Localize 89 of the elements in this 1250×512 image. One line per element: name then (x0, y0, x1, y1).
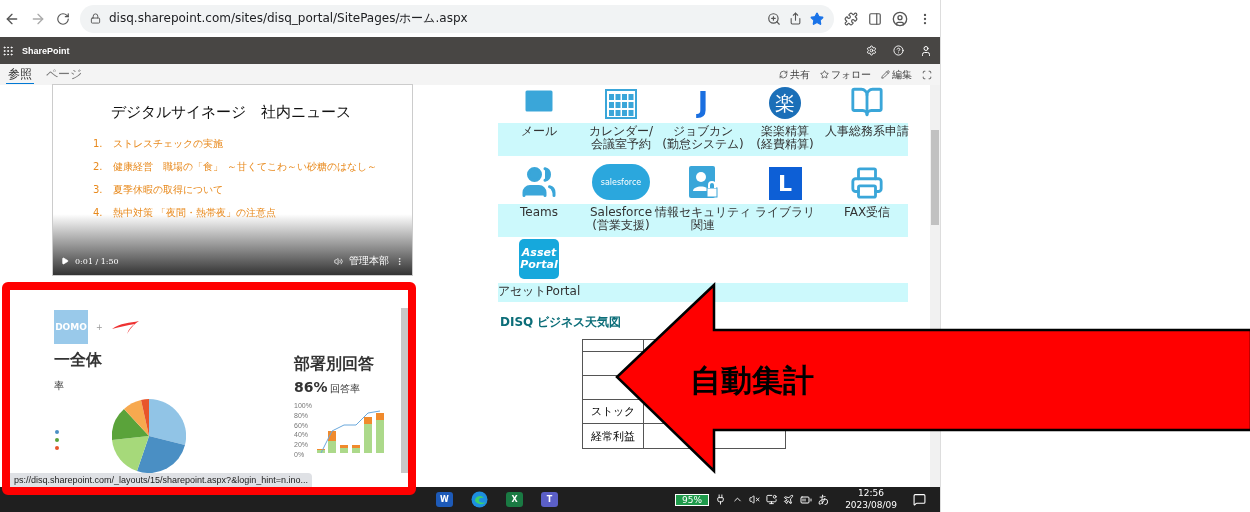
settings-icon[interactable] (866, 45, 877, 56)
link-label[interactable]: (営業支援) (592, 219, 650, 233)
link-label[interactable]: メール (521, 125, 557, 139)
zoom-icon[interactable] (767, 11, 781, 26)
notification-icon[interactable] (913, 493, 926, 506)
play-icon[interactable] (61, 257, 69, 265)
people-icon (521, 164, 557, 200)
more-icon[interactable] (395, 256, 404, 266)
address-bar[interactable]: disq.sharepoint.com/sites/disq_portal/SitePages/ホーム.aspx (80, 4, 834, 33)
user-icon[interactable] (920, 44, 932, 57)
site-title: SharePoint (22, 45, 71, 56)
teams-icon[interactable]: T (541, 492, 558, 507)
app-tile-icon: Asset Portal (519, 239, 559, 279)
side-panel-icon[interactable] (868, 11, 882, 26)
dashboard-title: 一全体 (54, 350, 103, 371)
profile-icon[interactable] (892, 10, 908, 27)
ime-indicator[interactable]: あ (818, 492, 830, 507)
link-label[interactable]: (勤怠システム) (662, 138, 744, 152)
ribbon-action[interactable]: 共有 (779, 67, 810, 82)
section-title: DISQ ビジネス天気図 (500, 314, 622, 331)
video-caption: 管理本部 (349, 254, 389, 268)
url-text: disq.sharepoint.com/sites/disq_portal/SitePages/ホーム.aspx (109, 10, 469, 27)
volume-icon[interactable] (334, 256, 343, 266)
battery-icon[interactable] (800, 493, 813, 506)
rate-label: 回答率 (329, 382, 360, 396)
airplane-icon[interactable] (783, 494, 795, 505)
dashboard-subtitle: 率 (54, 379, 65, 393)
star-icon (820, 70, 829, 79)
excel-icon[interactable]: X (506, 492, 523, 507)
callout-text: 自動集計 (690, 361, 814, 400)
kanji-circle-icon: 楽 (769, 87, 801, 119)
cloud-icon: salesforce (592, 164, 650, 200)
focus-icon (922, 69, 932, 80)
link-label[interactable]: ジョブカン (673, 125, 733, 139)
clock[interactable]: 12:56 2023/08/09 (845, 487, 897, 512)
bookmark-star-icon[interactable] (810, 11, 824, 26)
slide-list-item: 1. ストレスチェックの実施 (93, 137, 224, 151)
word-icon[interactable]: W (436, 492, 453, 507)
mute-icon[interactable] (749, 494, 761, 505)
dashboard-title: 部署別回答 (294, 354, 375, 375)
refresh-icon (779, 70, 788, 79)
logo: DOMO (54, 310, 88, 344)
slide-list-item: 2. 健康経営 職場の「食」 ～甘くてこわ～い砂糖のはなし～ (93, 160, 378, 174)
link-label[interactable]: Salesforce (589, 206, 653, 220)
scrollbar[interactable] (401, 308, 408, 473)
app-launcher-icon[interactable] (2, 44, 14, 57)
letter-icon: J (697, 86, 709, 119)
pencil-icon (881, 70, 890, 79)
slide-list-item: 4. 熱中対策 「夜間・熱帯夜」の注意点 (93, 206, 277, 220)
ribbon-tab[interactable]: ページ (44, 65, 84, 84)
link-label[interactable]: (経費精算) (756, 138, 814, 152)
ribbon-tab[interactable]: 参照 (6, 65, 34, 84)
reload-icon[interactable] (56, 11, 70, 26)
ribbon-action[interactable]: 編集 (881, 67, 912, 82)
battery-level: 95% (675, 493, 710, 506)
plus-sign: + (96, 322, 103, 332)
ribbon-action[interactable]: フォロー (820, 67, 871, 82)
plug-icon (715, 494, 727, 505)
share-icon[interactable] (789, 12, 802, 25)
help-icon[interactable] (893, 45, 904, 56)
edge-icon[interactable] (471, 491, 488, 508)
legend-drawing (54, 429, 62, 451)
response-rate: 86% (294, 379, 328, 395)
slide-list-item: 3. 夏季休暇の取得について (93, 183, 224, 197)
video-time: 0:01 / 1:50 (75, 256, 120, 266)
link-label[interactable]: カレンダー/ (588, 125, 653, 139)
swoosh-logo-icon (110, 319, 141, 335)
link-label[interactable]: 会議室予約 (591, 138, 651, 152)
link-label[interactable]: ライブラリ (755, 206, 815, 220)
slide-title: デジタルサイネージ 社内ニュース (110, 103, 352, 122)
contact-lock-icon (687, 164, 719, 200)
status-url: ps://disq.sharepoint.com/_layouts/15/sharepoint.aspx?&login_hint=n.ino... (10, 473, 312, 487)
link-label[interactable]: 関連 (691, 219, 715, 233)
focus-mode-button[interactable] (922, 69, 932, 80)
link-label[interactable]: 人事総務系申請 (825, 125, 909, 139)
row-label: ストック (591, 405, 635, 418)
extensions-icon[interactable] (844, 11, 858, 26)
link-label[interactable]: 情報セキュリティ (655, 206, 751, 220)
row-label: 経常利益 (591, 429, 635, 443)
calendar-icon (605, 89, 637, 119)
lock-icon (90, 13, 101, 24)
monitor-icon[interactable] (766, 494, 778, 505)
fax-icon (850, 166, 884, 200)
link-label[interactable]: アセットPortal (497, 285, 581, 299)
book-icon (850, 85, 884, 119)
link-label[interactable]: FAX受信 (843, 206, 891, 220)
letter-square-icon: L (768, 167, 802, 200)
link-label[interactable]: 楽楽精算 (761, 125, 809, 139)
link-label[interactable]: Teams (520, 206, 558, 220)
